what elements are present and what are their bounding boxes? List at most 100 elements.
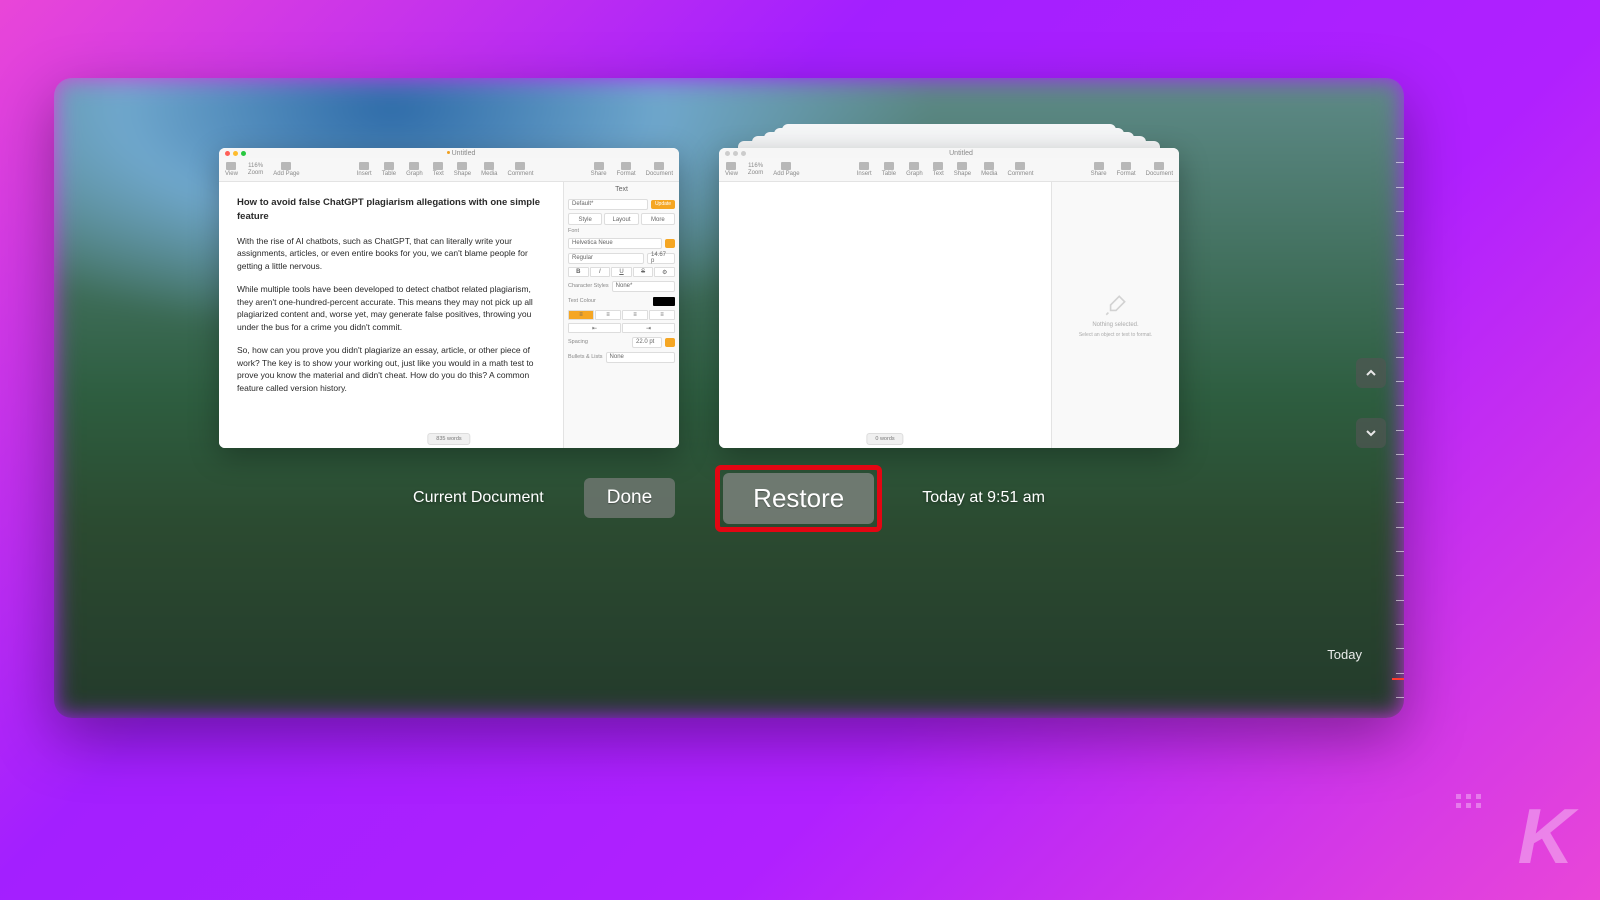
italic-button[interactable]: I (590, 267, 611, 277)
document-body[interactable]: How to avoid false ChatGPT plagiarism al… (219, 182, 563, 448)
timeline-up-button[interactable] (1356, 358, 1386, 388)
word-count-badge[interactable]: 0 words (866, 433, 903, 445)
toolbar: View 116%Zoom Add Page Insert Table Grap… (719, 158, 1179, 182)
format-inspector-empty: Nothing selected. Select an object or te… (1051, 182, 1179, 448)
window-titlebar: Untitled (219, 148, 679, 158)
more-tab[interactable]: More (641, 213, 675, 225)
add-page-button[interactable]: Add Page (773, 162, 799, 177)
document-button[interactable]: Document (1146, 162, 1173, 177)
timeline-today-label: Today (1327, 647, 1362, 662)
format-button[interactable]: Format (1117, 162, 1136, 177)
comment-button[interactable]: Comment (1007, 162, 1033, 177)
graph-button[interactable]: Graph (906, 162, 923, 177)
document-paragraph: While multiple tools have been developed… (237, 283, 545, 334)
table-button[interactable]: Table (382, 162, 396, 177)
text-button[interactable]: Text (933, 162, 944, 177)
zoom-control[interactable]: 116%Zoom (748, 163, 763, 176)
version-document-window: Untitled View 116%Zoom Add Page Insert T… (719, 148, 1179, 448)
document-button[interactable]: Document (646, 162, 673, 177)
char-styles-select[interactable]: None* (612, 281, 675, 292)
minimize-icon[interactable] (233, 151, 238, 156)
style-options-button[interactable]: ⚙ (654, 267, 675, 277)
shape-button[interactable]: Shape (454, 162, 471, 177)
indent-button[interactable]: ⇥ (622, 323, 675, 333)
document-paragraph: So, how can you prove you didn't plagiar… (237, 344, 545, 395)
watermark-logo: K (1518, 791, 1570, 882)
shape-button[interactable]: Shape (954, 162, 971, 177)
font-size-field[interactable]: 14.67 p (647, 253, 675, 264)
document-body-empty[interactable]: 0 words (719, 182, 1051, 448)
view-button[interactable]: View (225, 162, 238, 177)
bullets-label: Bullets & Lists (568, 354, 603, 360)
watermark-dots-icon (1456, 794, 1482, 808)
timeline-down-button[interactable] (1356, 418, 1386, 448)
bold-button[interactable]: B (568, 267, 589, 277)
zoom-control[interactable]: 116%Zoom (248, 163, 263, 176)
document-heading: How to avoid false ChatGPT plagiarism al… (237, 196, 545, 225)
media-button[interactable]: Media (981, 162, 997, 177)
share-button[interactable]: Share (591, 162, 607, 177)
placeholder-title: Nothing selected. (1092, 322, 1138, 328)
text-color-label: Text Colour (568, 298, 596, 304)
placeholder-subtitle: Select an object or text to format. (1079, 332, 1152, 338)
format-inspector: Text Default* Update Style Layout More F… (563, 182, 679, 448)
bullets-select[interactable]: None (606, 352, 675, 363)
restore-button[interactable]: Restore (723, 473, 874, 524)
version-controls: Current Document Done Restore Today at 9… (54, 473, 1404, 523)
done-button[interactable]: Done (584, 478, 675, 518)
insert-button[interactable]: Insert (357, 162, 372, 177)
close-icon[interactable] (225, 151, 230, 156)
paragraph-style-select[interactable]: Default* (568, 199, 648, 210)
share-button[interactable]: Share (1091, 162, 1107, 177)
font-style-select[interactable]: Regular (568, 253, 644, 264)
chevron-down-icon (1365, 427, 1377, 439)
text-button[interactable]: Text (433, 162, 444, 177)
media-button[interactable]: Media (481, 162, 497, 177)
outdent-button[interactable]: ⇤ (568, 323, 621, 333)
format-button[interactable]: Format (617, 162, 636, 177)
window-title: Untitled (749, 150, 1173, 157)
align-left-button[interactable]: ≡ (568, 310, 594, 320)
timeline-ruler[interactable] (1392, 138, 1404, 698)
zoom-icon (741, 151, 746, 156)
word-count-badge[interactable]: 835 words (427, 433, 470, 445)
spacing-field[interactable]: 22.0 pt (632, 337, 662, 348)
update-style-button[interactable]: Update (651, 200, 675, 209)
font-label: Font (568, 228, 675, 234)
strike-button[interactable]: S (633, 267, 654, 277)
view-button[interactable]: View (725, 162, 738, 177)
table-button[interactable]: Table (882, 162, 896, 177)
graph-button[interactable]: Graph (406, 162, 423, 177)
text-color-swatch[interactable] (653, 297, 675, 306)
layout-tab[interactable]: Layout (604, 213, 638, 225)
chevron-up-icon (1365, 367, 1377, 379)
zoom-icon[interactable] (241, 151, 246, 156)
align-justify-button[interactable]: ≡ (649, 310, 675, 320)
timeline-nav (1356, 358, 1386, 448)
toolbar: View 116%Zoom Add Page Insert Table Grap… (219, 158, 679, 182)
add-page-button[interactable]: Add Page (273, 162, 299, 177)
spacing-label: Spacing (568, 339, 588, 345)
align-center-button[interactable]: ≡ (595, 310, 621, 320)
restore-highlight-annotation: Restore (715, 465, 882, 532)
font-family-select[interactable]: Helvetica Neue (568, 238, 662, 249)
align-right-button[interactable]: ≡ (622, 310, 648, 320)
comment-button[interactable]: Comment (507, 162, 533, 177)
char-styles-label: Character Styles (568, 283, 609, 289)
current-document-window: Untitled View 116%Zoom Add Page Insert T… (219, 148, 679, 448)
inspector-header: Text (568, 186, 675, 193)
document-paragraph: With the rise of AI chatbots, such as Ch… (237, 235, 545, 273)
window-titlebar: Untitled (719, 148, 1179, 158)
spacing-badge-icon (665, 338, 675, 347)
insert-button[interactable]: Insert (857, 162, 872, 177)
underline-button[interactable]: U (611, 267, 632, 277)
current-document-label: Current Document (413, 489, 544, 507)
minimize-icon (733, 151, 738, 156)
window-title: Untitled (249, 150, 673, 157)
font-badge-icon (665, 239, 675, 248)
paintbrush-icon (1103, 292, 1129, 318)
close-icon (725, 151, 730, 156)
style-tab[interactable]: Style (568, 213, 602, 225)
timeline-current-marker (1392, 678, 1404, 680)
version-browser-frame: Untitled View 116%Zoom Add Page Insert T… (54, 78, 1404, 718)
